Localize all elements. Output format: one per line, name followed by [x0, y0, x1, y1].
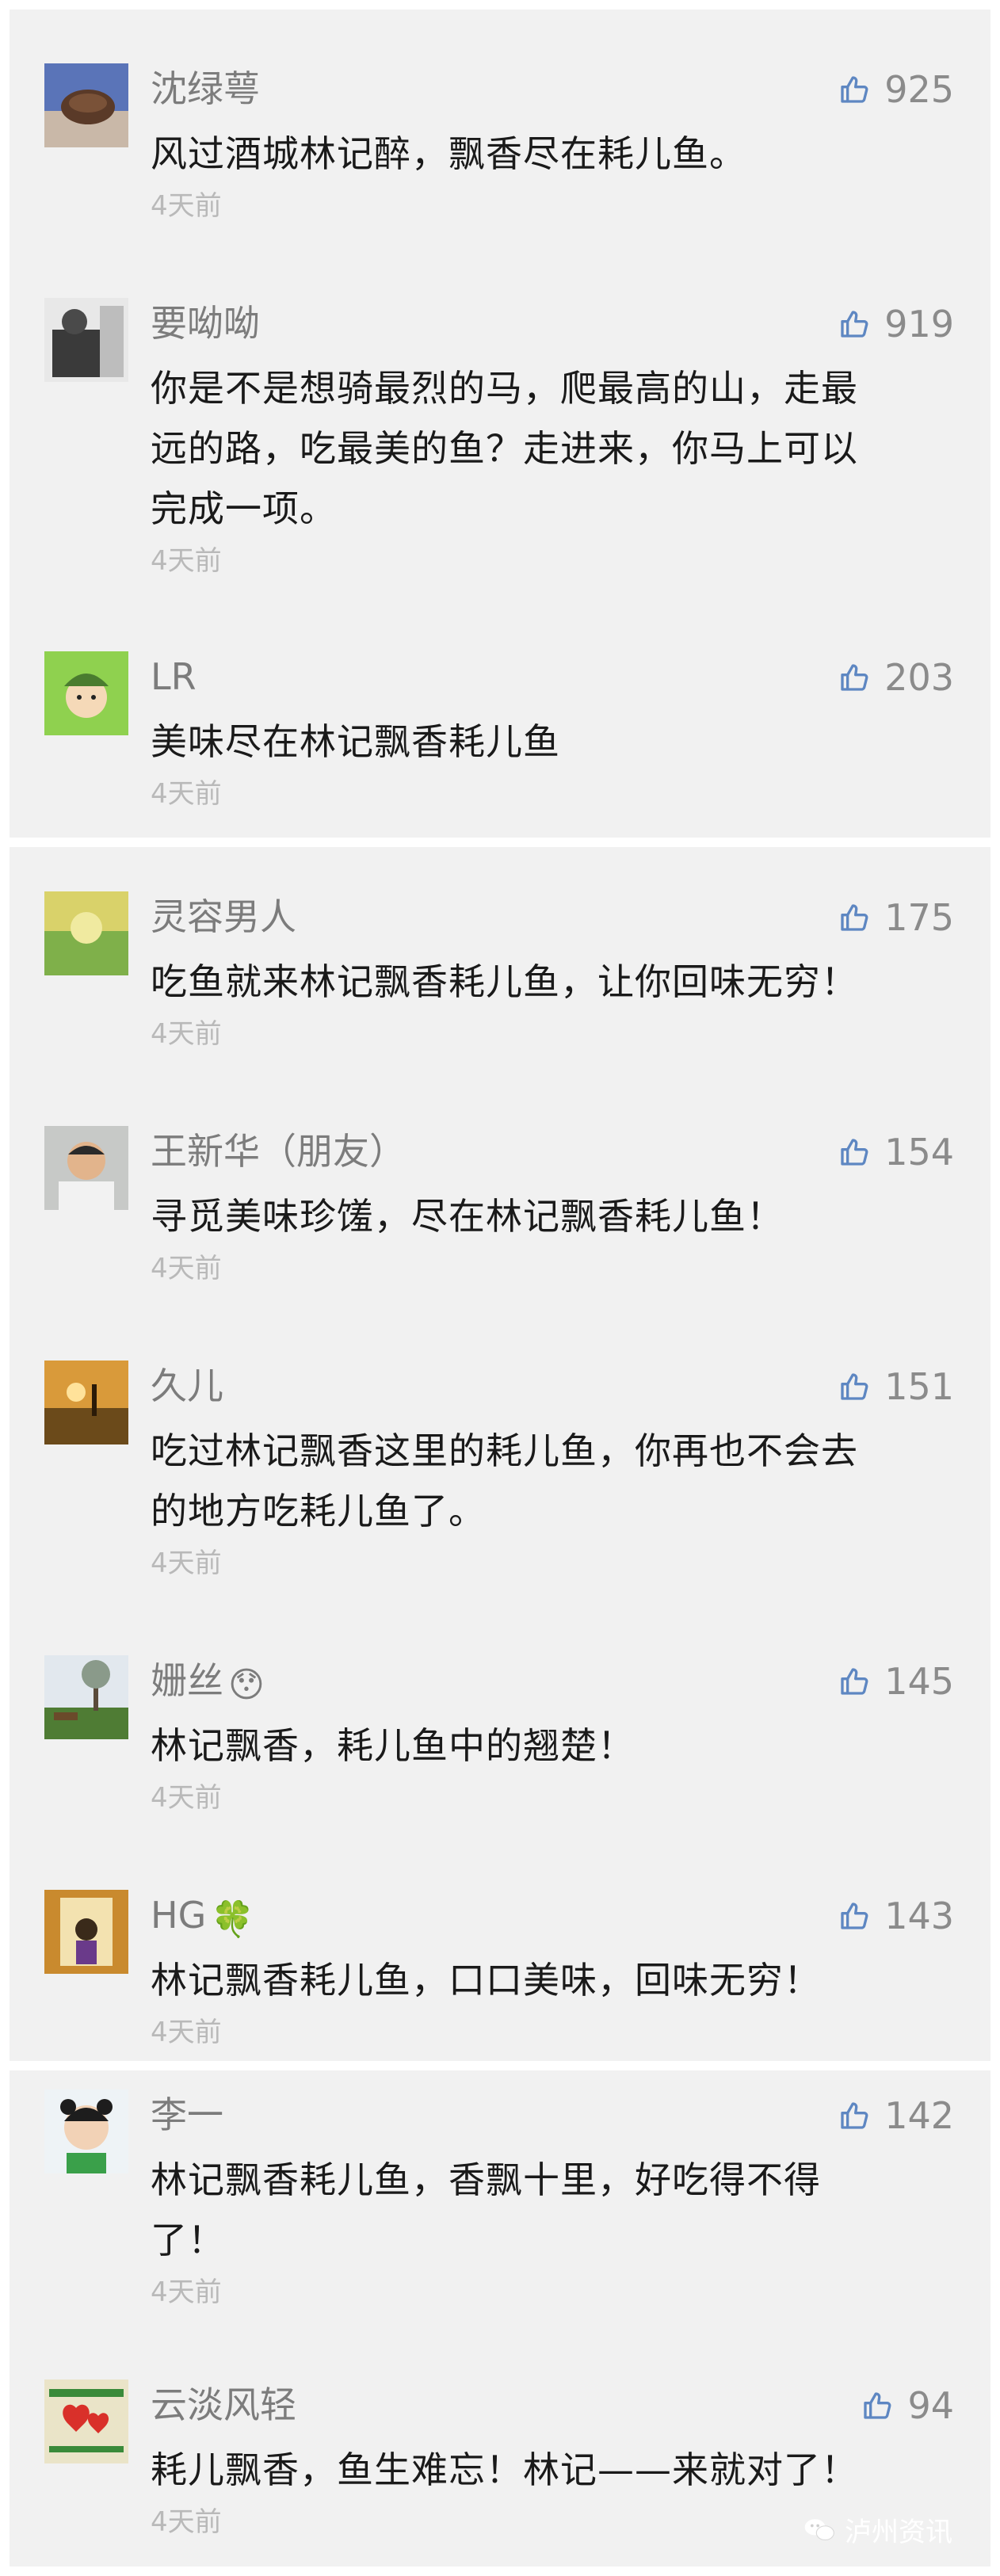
thumbs-up-icon — [841, 664, 868, 691]
like-button[interactable]: 925 — [838, 68, 954, 111]
avatar[interactable] — [44, 63, 128, 147]
like-count: 94 — [907, 2384, 954, 2427]
like-button[interactable]: 151 — [838, 1365, 954, 1408]
like-button[interactable]: 94 — [861, 2384, 954, 2427]
avatar[interactable] — [44, 1126, 128, 1210]
four-leaf-clover-icon: 🍀 — [211, 1899, 255, 1940]
avatar[interactable] — [44, 1655, 128, 1739]
comment-panel-2: 灵容男人 175 吃鱼就来林记飘香耗儿鱼，让你回味无穷！ 4天前 王新华（朋友）… — [10, 847, 990, 2061]
like-count: 175 — [884, 896, 954, 939]
thumbs-up-icon — [841, 76, 868, 103]
commenter-name: 沈绿萼 — [151, 67, 260, 110]
comment-panel-3: 李一 142 林记飘香耗儿鱼，香飘十里，好吃得不得 了！ 4天前 云淡风轻 94… — [10, 2070, 990, 2566]
like-button[interactable]: 919 — [838, 303, 954, 345]
comment-time: 4天前 — [151, 2506, 222, 2538]
comment-item: LR 203 美味尽在林记飘香耗儿鱼 4天前 — [10, 651, 990, 818]
comment-text: 你是不是想骑最烈的马，爬最高的山，走最 远的路，吃最美的鱼？走进来，你马上可以 … — [151, 367, 858, 530]
avatar[interactable] — [44, 651, 128, 735]
avatar[interactable] — [44, 2379, 128, 2463]
comment-text: 吃鱼就来林记飘香耗儿鱼，让你回味无穷！ — [151, 960, 858, 1003]
surprised-face-icon: 😯 — [228, 1665, 265, 1705]
comment-item: 姗丝 😯 145 林记飘香，耗儿鱼中的翘楚！ 4天前 — [10, 1655, 990, 1830]
thumbs-up-icon — [841, 2102, 868, 2129]
like-button[interactable]: 143 — [838, 1895, 954, 1937]
commenter-name: LR — [151, 655, 197, 698]
comment-text: 风过酒城林记醉，飘香尽在耗儿鱼。 — [151, 132, 746, 175]
comment-text: 林记飘香，耗儿鱼中的翘楚！ — [151, 1724, 635, 1767]
like-count: 203 — [884, 656, 954, 699]
comment-time: 4天前 — [151, 1253, 222, 1284]
comment-item: 沈绿萼 925 风过酒城林记醉，飘香尽在耗儿鱼。 4天前 — [10, 63, 990, 261]
commenter-name: 李一 — [151, 2093, 223, 2136]
thumbs-up-icon — [841, 1668, 868, 1695]
like-button[interactable]: 203 — [838, 656, 954, 699]
comment-item: 李一 142 林记飘香耗儿鱼，香飘十里，好吃得不得 了！ 4天前 — [10, 2089, 990, 2319]
comment-panel-1: 沈绿萼 925 风过酒城林记醉，飘香尽在耗儿鱼。 4天前 要呦呦 919 你是不… — [10, 10, 990, 838]
comment-text: 林记飘香耗儿鱼，香飘十里，好吃得不得 了！ — [151, 2158, 821, 2261]
comment-item: 灵容男人 175 吃鱼就来林记飘香耗儿鱼，让你回味无穷！ 4天前 — [10, 891, 990, 1066]
commenter-name: 灵容男人 — [151, 895, 296, 938]
avatar[interactable] — [44, 1361, 128, 1444]
thumbs-up-icon — [841, 904, 868, 931]
comment-text: 寻觅美味珍馐，尽在林记飘香耗儿鱼！ — [151, 1195, 784, 1238]
comment-text: 美味尽在林记飘香耗儿鱼 — [151, 720, 560, 763]
comment-time: 4天前 — [151, 545, 222, 577]
comment-time: 4天前 — [151, 190, 222, 222]
thumbs-up-icon — [841, 1902, 868, 1929]
like-count: 925 — [884, 68, 954, 111]
comment-time: 4天前 — [151, 1782, 222, 1814]
comment-item: HG 🍀 143 林记飘香耗儿鱼，口口美味，回味无穷！ 4天前 — [10, 1890, 990, 2056]
avatar[interactable] — [44, 298, 128, 382]
like-count: 154 — [884, 1131, 954, 1174]
watermark-text: 泸州资讯 — [845, 2517, 952, 2548]
like-count: 151 — [884, 1365, 954, 1408]
comment-item: 久儿 151 吃过林记飘香这里的耗儿鱼，你再也不会去 的地方吃耗儿鱼了。 4天前 — [10, 1361, 990, 1590]
commenter-name: HG 🍀 — [151, 1894, 255, 1940]
comment-item: 要呦呦 919 你是不是想骑最烈的马，爬最高的山，走最 远的路，吃最美的鱼？走进… — [10, 298, 990, 583]
watermark: 泸州资讯 — [802, 2510, 952, 2549]
avatar[interactable] — [44, 891, 128, 975]
comment-time: 4天前 — [151, 1018, 222, 1050]
comment-text: 耗儿飘香，鱼生难忘！林记——来就对了！ — [151, 2448, 858, 2491]
avatar[interactable] — [44, 2089, 128, 2173]
like-button[interactable]: 154 — [838, 1131, 954, 1174]
comment-text: 林记飘香耗儿鱼，口口美味，回味无穷！ — [151, 1959, 821, 2002]
like-button[interactable]: 142 — [838, 2094, 954, 2137]
like-button[interactable]: 175 — [838, 896, 954, 939]
thumbs-up-icon — [841, 1139, 868, 1166]
commenter-name: 姗丝 😯 — [151, 1659, 265, 1705]
comment-time: 4天前 — [151, 1548, 222, 1579]
like-button[interactable]: 145 — [838, 1660, 954, 1703]
comment-time: 4天前 — [151, 778, 222, 810]
comment-time: 4天前 — [151, 2276, 222, 2308]
commenter-name: 王新华（朋友） — [151, 1130, 406, 1173]
thumbs-up-icon — [864, 2392, 891, 2419]
commenter-name: 要呦呦 — [151, 302, 260, 345]
thumbs-up-icon — [841, 1373, 868, 1400]
like-count: 919 — [884, 303, 954, 345]
comment-time: 4天前 — [151, 2017, 222, 2048]
like-count: 145 — [884, 1660, 954, 1703]
comment-text: 吃过林记飘香这里的耗儿鱼，你再也不会去 的地方吃耗儿鱼了。 — [151, 1429, 858, 1532]
thumbs-up-icon — [841, 311, 868, 338]
like-count: 143 — [884, 1895, 954, 1937]
wechat-icon — [804, 2518, 834, 2540]
commenter-name: 久儿 — [151, 1364, 223, 1407]
like-count: 142 — [884, 2094, 954, 2137]
comment-item: 王新华（朋友） 154 寻觅美味珍馐，尽在林记飘香耗儿鱼！ 4天前 — [10, 1126, 990, 1300]
avatar[interactable] — [44, 1890, 128, 1974]
commenter-name: 云淡风轻 — [151, 2383, 296, 2426]
